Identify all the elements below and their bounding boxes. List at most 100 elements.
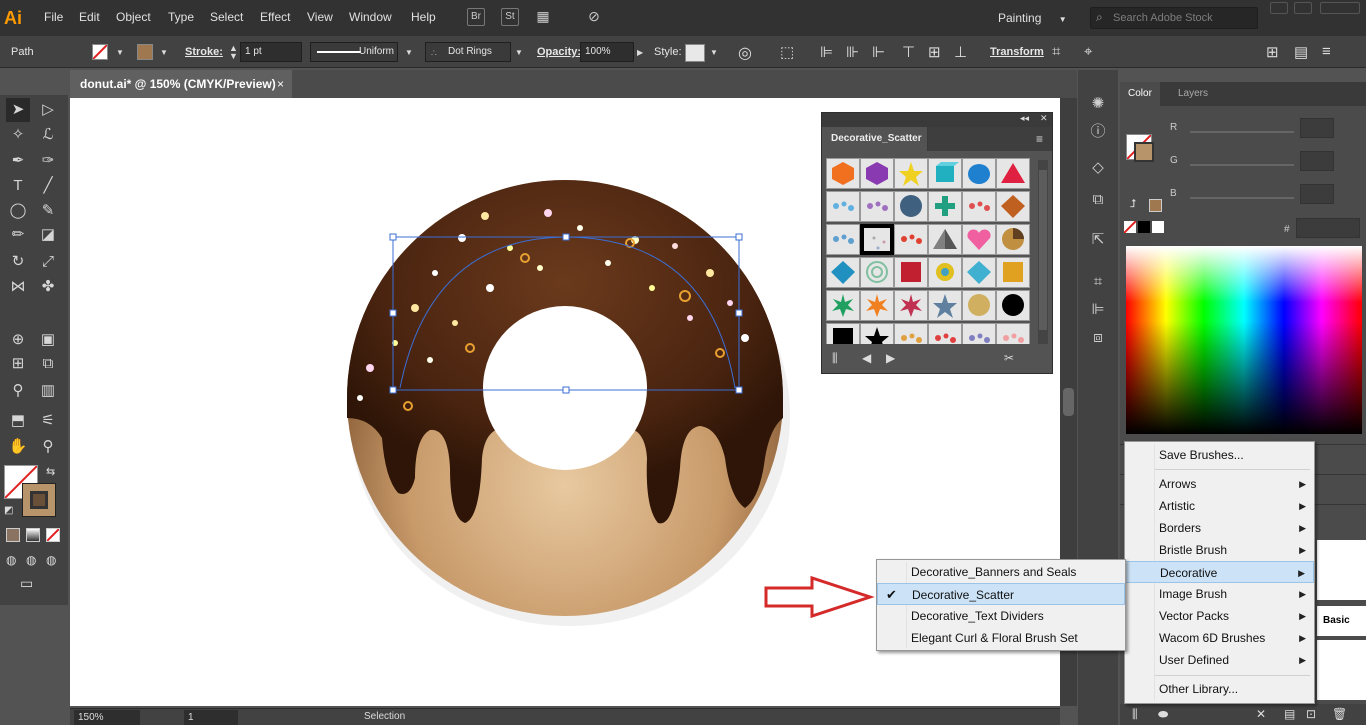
color-mode-icon[interactable]: [6, 528, 20, 542]
menu-borders[interactable]: Borders ▶: [1125, 517, 1314, 539]
brush-swatch[interactable]: [996, 323, 1030, 344]
artboard-number-field[interactable]: 1: [184, 710, 238, 725]
width-tool-icon[interactable]: ⋈: [6, 275, 30, 299]
puppet-warp-icon[interactable]: ⌖: [1084, 43, 1092, 60]
brush-swatch[interactable]: [962, 290, 996, 321]
lasso-tool-icon[interactable]: ℒ: [36, 123, 60, 147]
align-panel-icon[interactable]: ⊫: [1088, 300, 1108, 320]
green-slider[interactable]: G: [1170, 151, 1360, 171]
tab-layers[interactable]: Layers: [1170, 82, 1216, 106]
brush-swatch[interactable]: [860, 191, 894, 222]
red-value-field[interactable]: [1300, 118, 1334, 138]
menu-edit[interactable]: Edit: [79, 10, 100, 24]
layers-icon[interactable]: ◇: [1088, 158, 1108, 178]
panel-toggle-icon[interactable]: ⊞: [1266, 43, 1279, 61]
screen-mode-icon[interactable]: ▭: [20, 575, 33, 592]
graph-tool-icon[interactable]: ▥: [36, 379, 60, 403]
new-brush-icon[interactable]: ⊡: [1306, 707, 1316, 721]
brush-swatch[interactable]: [962, 323, 996, 344]
scale-tool-icon[interactable]: ⤢: [36, 250, 60, 274]
brush-grid-scrollbar-thumb[interactable]: [1039, 170, 1047, 330]
blend-tool-icon[interactable]: ⧉: [36, 352, 60, 376]
brush-swatch[interactable]: [860, 290, 894, 321]
brush-swatch[interactable]: [894, 257, 928, 288]
align-to-icon[interactable]: ⬚: [780, 43, 794, 61]
color-spectrum[interactable]: [1126, 246, 1362, 434]
slice-tool-icon[interactable]: ⚟: [36, 409, 60, 433]
brush-swatch[interactable]: [860, 224, 894, 255]
brush-swatch[interactable]: [894, 224, 928, 255]
brush-swatch[interactable]: [826, 224, 860, 255]
appearance-icon[interactable]: ✺: [1088, 94, 1108, 114]
out-of-gamut-icon[interactable]: ⮥: [1130, 198, 1137, 211]
align-left-icon[interactable]: ⊫: [820, 43, 833, 61]
brush-swatch[interactable]: [928, 224, 962, 255]
stroke-weight-field[interactable]: 1 pt: [240, 42, 302, 62]
scrollbar-thumb[interactable]: [1063, 388, 1074, 416]
pathfinder-icon[interactable]: ⧈: [1088, 328, 1108, 348]
brush-swatch[interactable]: [826, 323, 860, 344]
hand-tool-icon[interactable]: ✋: [6, 435, 30, 459]
eraser-tool-icon[interactable]: ◪: [36, 223, 60, 247]
brush-swatch[interactable]: [894, 290, 928, 321]
menu-effect[interactable]: Effect: [260, 10, 290, 24]
maximize-button[interactable]: [1294, 2, 1312, 14]
draw-behind-icon[interactable]: ◍: [26, 553, 36, 567]
green-value-field[interactable]: [1300, 151, 1334, 171]
chevron-down-icon[interactable]: ▼: [116, 48, 124, 57]
graphic-style-swatch[interactable]: [685, 44, 705, 62]
brush-swatch[interactable]: [894, 191, 928, 222]
direct-selection-tool-icon[interactable]: ▷: [36, 98, 60, 122]
brush-grid-scrollbar[interactable]: [1038, 160, 1048, 344]
brush-swatch[interactable]: [962, 191, 996, 222]
previous-library-icon[interactable]: ◀: [862, 351, 871, 365]
type-tool-icon[interactable]: T: [6, 174, 30, 198]
chevron-down-icon[interactable]: ▼: [710, 48, 718, 57]
stroke-swatch[interactable]: [137, 44, 153, 60]
puppet-warp-tool-icon[interactable]: ✤: [36, 275, 60, 299]
menu-vector-packs[interactable]: Vector Packs ▶: [1125, 605, 1314, 627]
close-icon[interactable]: ×: [277, 70, 284, 98]
mesh-tool-icon[interactable]: ⊞: [6, 352, 30, 376]
artboards-icon[interactable]: ⧉: [1088, 190, 1108, 210]
menu-save-brushes[interactable]: Save Brushes...: [1125, 444, 1314, 466]
brush-swatch[interactable]: [928, 257, 962, 288]
libraries-icon[interactable]: ⬬: [1158, 707, 1168, 722]
brush-swatch[interactable]: [996, 290, 1030, 321]
options-icon[interactable]: ▤: [1284, 707, 1295, 721]
menu-object[interactable]: Object: [116, 10, 151, 24]
submenu-banners-and-seals[interactable]: Decorative_Banners and Seals: [877, 561, 1125, 583]
gradient-tool-icon[interactable]: ▣: [36, 328, 60, 352]
isolate-icon[interactable]: ⌗: [1052, 43, 1060, 60]
brush-swatch[interactable]: [826, 158, 860, 189]
gradient-mode-icon[interactable]: [26, 528, 40, 542]
brush-swatch[interactable]: [826, 290, 860, 321]
rotate-tool-icon[interactable]: ↻: [6, 250, 30, 274]
chevron-down-icon[interactable]: ▼: [405, 48, 413, 57]
pencil-tool-icon[interactable]: ✏: [6, 223, 30, 247]
draw-inside-icon[interactable]: ◍: [46, 553, 56, 567]
align-bottom-icon[interactable]: ⊥: [954, 43, 967, 61]
links-icon[interactable]: ⇱: [1088, 230, 1108, 250]
menu-artistic[interactable]: Artistic ▶: [1125, 495, 1314, 517]
align-middle-icon[interactable]: ⊞: [928, 43, 941, 61]
chevron-down-icon[interactable]: ▼: [515, 48, 523, 57]
menu-wacom-6d-brushes[interactable]: Wacom 6D Brushes ▶: [1125, 627, 1314, 649]
swap-colors-icon[interactable]: ⇆: [46, 465, 55, 478]
menu-view[interactable]: View: [307, 10, 333, 24]
hex-field[interactable]: [1296, 218, 1360, 238]
color-panel-stroke[interactable]: [1134, 142, 1154, 162]
menu-file[interactable]: File: [44, 10, 63, 24]
brush-library-tab[interactable]: Decorative_Scatter: [822, 127, 928, 151]
blue-value-field[interactable]: [1300, 184, 1334, 204]
recolor-artwork-icon[interactable]: ◎: [738, 43, 752, 63]
remove-stroke-icon[interactable]: ✕: [1256, 707, 1266, 721]
menu-help[interactable]: Help: [411, 10, 436, 24]
wrench-icon[interactable]: ✂: [1004, 351, 1014, 365]
bridge-icon[interactable]: Br: [467, 8, 485, 26]
minimize-button[interactable]: [1270, 2, 1288, 14]
delete-brush-icon[interactable]: 🗑: [1332, 707, 1347, 721]
arrange-icon[interactable]: ▤: [1294, 43, 1308, 61]
eyedropper-tool-icon[interactable]: ⚲: [6, 379, 30, 403]
stroke-color-box[interactable]: [22, 483, 56, 517]
